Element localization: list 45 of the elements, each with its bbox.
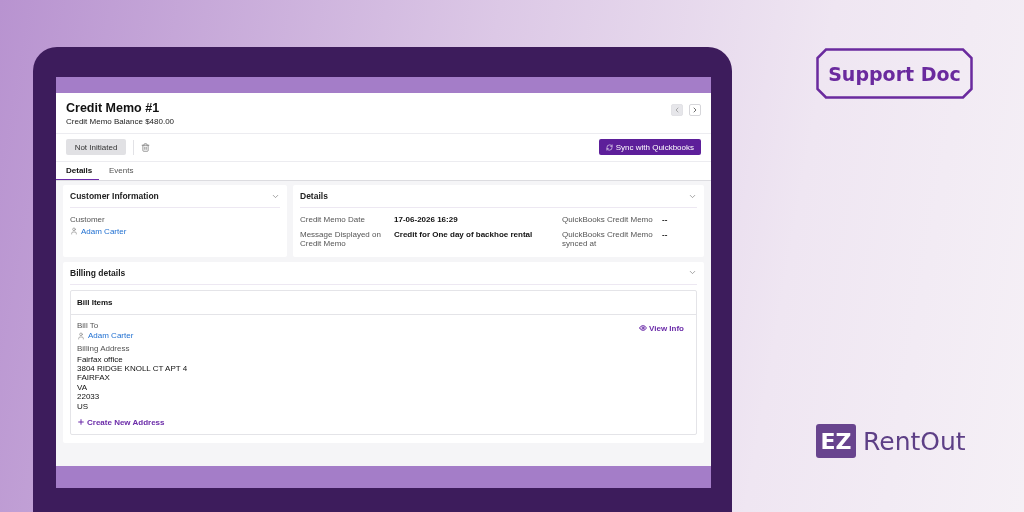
customer-link[interactable]: Adam Carter bbox=[77, 331, 134, 340]
chevron-left-icon bbox=[673, 106, 681, 114]
chevron-right-icon bbox=[691, 106, 699, 114]
address-line: US bbox=[77, 401, 90, 411]
sync-icon bbox=[605, 143, 613, 151]
address-line: Fairfax office bbox=[77, 354, 124, 364]
balance-text: Credit Memo Balance $480.00 bbox=[66, 117, 175, 126]
customer-link[interactable]: Adam Carter bbox=[70, 226, 127, 236]
address-line: 22033 bbox=[77, 392, 101, 402]
support-doc-badge: Support Doc bbox=[816, 48, 973, 99]
field-label: QuickBooks Credit Memo bbox=[562, 215, 654, 225]
tab[interactable]: Details bbox=[56, 162, 99, 180]
logo-mark: EZ bbox=[816, 424, 856, 458]
chevron-down-icon[interactable] bbox=[688, 268, 697, 277]
field-value: Credit for One day of backhoe rental bbox=[394, 229, 533, 239]
person-icon bbox=[77, 331, 85, 340]
field-label: Billing Address bbox=[77, 344, 131, 354]
card-title: Billing details bbox=[70, 267, 126, 278]
tab[interactable]: Events bbox=[99, 162, 141, 180]
card-title: Details bbox=[300, 191, 328, 201]
address-line: FAIRFAX bbox=[77, 373, 111, 383]
view-info-link[interactable]: View Info bbox=[639, 323, 684, 333]
field-value: -- bbox=[662, 215, 668, 225]
field-label: Customer bbox=[70, 215, 106, 225]
field-label: Bill To bbox=[77, 320, 100, 330]
person-icon bbox=[70, 227, 78, 235]
sync-button[interactable]: Sync with Quickbooks bbox=[598, 139, 701, 155]
delete-button[interactable] bbox=[141, 142, 150, 152]
address-line: 3804 RIDGE KNOLL CT APT 4 bbox=[77, 363, 188, 374]
create-address-link[interactable]: Create New Address bbox=[77, 417, 165, 427]
field-value: -- bbox=[662, 229, 668, 239]
page-title: Credit Memo #1 bbox=[66, 101, 161, 115]
status-button[interactable]: Not Initiated bbox=[66, 139, 126, 155]
eye-icon bbox=[639, 324, 648, 332]
card-title: Customer Information bbox=[70, 191, 159, 201]
field-label: QuickBooks Credit Memo synced at bbox=[562, 229, 654, 249]
trash-icon bbox=[141, 142, 150, 152]
field-label: Credit Memo Date bbox=[300, 215, 366, 225]
field-value: 17-06-2026 16:29 bbox=[394, 215, 458, 225]
next-button[interactable] bbox=[689, 104, 701, 116]
logo-text: RentOut bbox=[863, 426, 966, 456]
address-line: VA bbox=[77, 382, 89, 393]
field-label: Message Displayed on Credit Memo bbox=[300, 229, 382, 249]
panel-title: Bill Items bbox=[77, 297, 113, 307]
plus-icon bbox=[77, 418, 85, 427]
